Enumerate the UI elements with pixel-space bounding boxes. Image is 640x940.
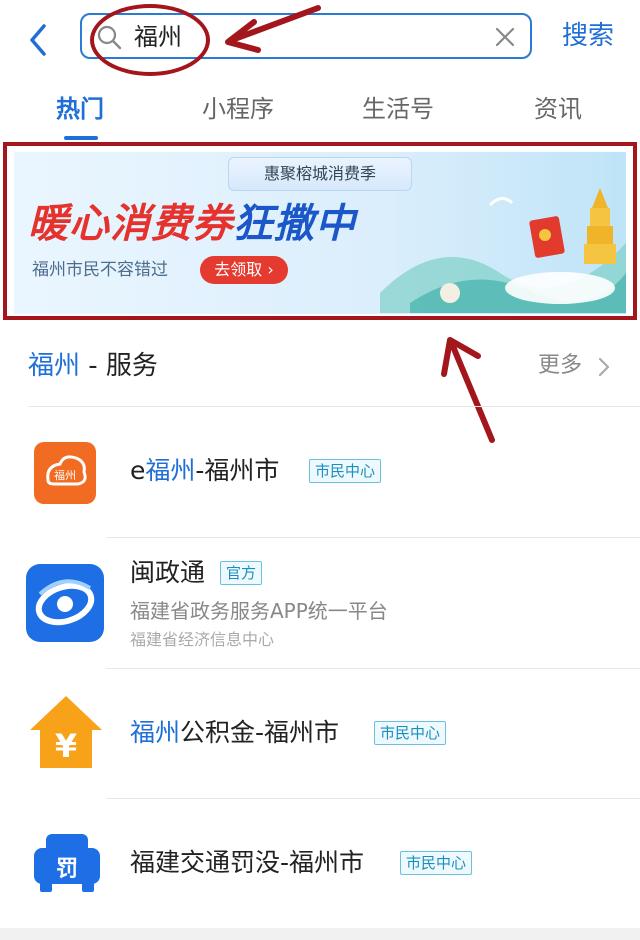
citizen-center-badge: 市民中心: [400, 851, 473, 875]
result-title[interactable]: 福州公积金-福州市: [130, 716, 339, 750]
section-title-rest: - 服务: [80, 351, 158, 381]
result-title-suffix[interactable]: 公积金-福州市: [180, 718, 339, 747]
tab-news[interactable]: 资讯: [534, 92, 582, 126]
result-title-suffix[interactable]: -福州市: [195, 456, 279, 485]
result-title-text[interactable]: 闽政通: [130, 558, 205, 587]
svg-text:罚: 罚: [56, 857, 78, 882]
result-description: 福建省政务服务APP统一平台: [130, 599, 388, 623]
result-provider: 福建省经济信息中心: [130, 630, 275, 649]
citizen-center-badge: 市民中心: [374, 721, 447, 745]
svg-text:¥: ¥: [55, 727, 77, 765]
tab-mini-programs[interactable]: 小程序: [202, 92, 274, 126]
annotation-circle: [90, 4, 210, 76]
tab-life-accounts[interactable]: 生活号: [362, 92, 434, 126]
section-title: 福州 - 服务: [28, 348, 158, 384]
citizen-center-badge: 市民中心: [309, 459, 382, 483]
back-arrow-icon[interactable]: [24, 20, 54, 60]
result-title[interactable]: 闽政通: [130, 556, 205, 590]
result-title-keyword[interactable]: 福州: [130, 718, 180, 747]
more-label[interactable]: 更多: [538, 353, 582, 378]
chevron-right-icon[interactable]: [596, 356, 612, 378]
active-tab-indicator: [64, 136, 98, 140]
search-button[interactable]: 搜索: [562, 18, 614, 54]
annotation-arrow-top: [225, 5, 321, 53]
bottom-separator: [0, 928, 640, 940]
annotation-frame: [3, 142, 637, 320]
svg-text:福州: 福州: [54, 468, 76, 482]
result-title-prefix[interactable]: e: [130, 456, 145, 485]
result-title-text[interactable]: 福建交通罚没-福州市: [130, 848, 364, 877]
efuzhou-app-icon: 福州: [34, 442, 96, 504]
tab-hot[interactable]: 热门: [56, 92, 104, 126]
section-keyword: 福州: [28, 351, 81, 381]
official-badge: 官方: [220, 561, 263, 585]
traffic-fine-icon: 罚: [34, 834, 100, 892]
minzhengtong-app-icon: [26, 564, 104, 642]
clear-icon[interactable]: [492, 24, 518, 50]
result-title-keyword[interactable]: 福州: [145, 456, 195, 485]
more-link[interactable]: 更多: [538, 350, 582, 382]
result-title[interactable]: 福建交通罚没-福州市: [130, 846, 364, 880]
result-title[interactable]: e福州-福州市: [130, 454, 279, 488]
housing-fund-icon: ¥: [30, 696, 102, 768]
